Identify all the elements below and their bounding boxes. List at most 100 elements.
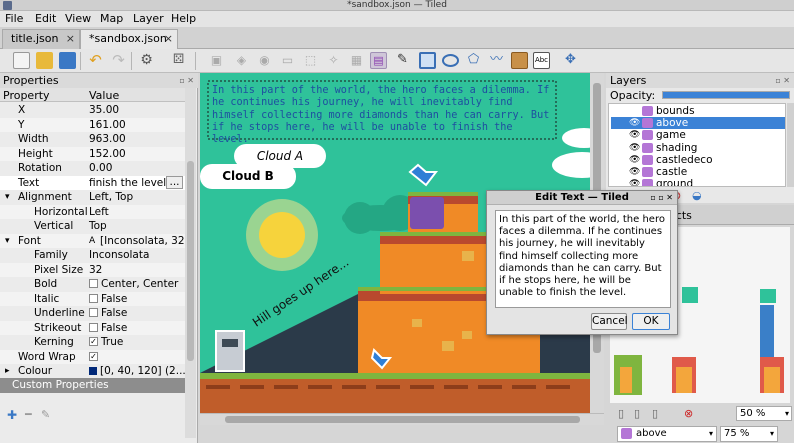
embed-tileset-icon[interactable]: ▯ [634,407,640,420]
layer-item[interactable]: 👁 castledeco [611,154,785,166]
layer-item[interactable]: 👁 castle [611,166,785,178]
rect-select-icon[interactable]: ⬚ [302,52,319,69]
property-row[interactable]: X 35.00 [0,103,185,118]
map-horizontal-scroll-thumb[interactable] [225,416,580,423]
property-row[interactable]: ▸ Colour [0, 40, 120] (2... [0,364,186,379]
insert-text-icon[interactable]: Abc [533,52,550,69]
layer-properties-icon[interactable]: ◒ [692,189,702,202]
visibility-eye-icon[interactable]: 👁 [629,178,640,186]
property-row[interactable]: Y 161.00 [0,117,185,132]
close-icon[interactable]: × [164,32,173,45]
rename-property-icon[interactable]: ✎ [41,408,50,421]
visibility-eye-icon[interactable]: 👁 [629,142,640,154]
visibility-eye-icon[interactable]: 👁 [629,117,640,129]
chevron-down-icon[interactable]: ▾ [5,234,10,248]
menu-map[interactable]: Map [100,12,123,25]
save-icon[interactable] [59,52,76,69]
insert-ellipse-icon[interactable] [442,54,459,67]
layer-item[interactable]: 👁 above [611,117,785,130]
current-layer-select[interactable]: above ▾ [617,426,717,442]
property-row[interactable]: Rotation 0.00 [0,161,185,176]
ok-button[interactable]: OK [632,313,670,330]
property-row[interactable]: Vertical Top [0,219,185,234]
remove-tileset-icon[interactable]: ⊗ [684,407,693,420]
column-value[interactable]: Value [89,89,119,102]
chevron-down-icon[interactable]: ▾ [5,190,10,204]
insert-rectangle-icon[interactable] [419,52,436,69]
magic-wand-icon[interactable]: ✧ [325,52,342,69]
property-checkbox[interactable]: ✓ [89,351,98,361]
layer-list-scrollbar[interactable] [787,103,794,187]
property-row[interactable]: Width 963.00 [0,132,185,147]
cancel-button[interactable]: Cancel [591,313,628,330]
visibility-eye-icon[interactable]: 👁 [629,154,640,166]
eraser-icon[interactable]: ▭ [279,52,296,69]
menu-file[interactable]: File [5,12,23,25]
tileset-zoom-select[interactable]: 50 % ▾ [736,406,792,421]
property-row[interactable]: Pixel Size 32 [0,262,185,277]
open-folder-icon[interactable] [36,52,53,69]
new-tileset-icon[interactable]: ▯ [618,407,624,420]
opacity-slider[interactable] [662,91,790,99]
property-row[interactable]: Text finish the level.... [0,175,185,190]
property-row[interactable]: Word Wrap ✓ [0,349,185,364]
random-mode-icon[interactable]: ⚄ [170,52,187,69]
property-checkbox[interactable] [89,279,98,288]
insert-polyline-icon[interactable]: 〰 [488,52,505,69]
property-row[interactable]: Bold Center, Center [0,277,185,292]
property-value[interactable]: finish the level. [89,176,170,190]
bucket-fill-icon[interactable]: ◉ [256,52,273,69]
visibility-eye-icon[interactable]: 👁 [629,166,640,178]
menu-edit[interactable]: Edit [35,12,56,25]
select-objects-icon[interactable]: ▤ [370,52,387,69]
layer-item[interactable]: 👁 game [611,129,785,141]
property-row[interactable]: Height 152.00 [0,146,185,161]
tab-title-json[interactable]: title.json × [2,29,80,49]
edit-text-button[interactable]: ... [166,175,183,189]
properties-scroll-thumb[interactable] [187,161,194,361]
terrain-brush-icon[interactable]: ◈ [233,52,250,69]
stamp-brush-icon[interactable]: ▣ [208,52,225,69]
text-object-selected[interactable]: In this part of the world, the hero face… [212,85,552,146]
layer-item[interactable]: 👁 ground [611,178,785,186]
chevron-right-icon[interactable]: ▸ [5,364,10,378]
panel-float-close-icon[interactable]: ▫ ✕ [179,73,194,88]
remove-property-icon[interactable]: ━ [25,408,32,421]
property-row[interactable]: Kerning ✓ True [0,335,185,350]
menu-layer[interactable]: Layer [133,12,164,25]
property-row[interactable]: Family Inconsolata [0,248,185,263]
property-checkbox[interactable] [89,293,98,303]
edit-polygons-icon[interactable]: ✎ [394,52,411,69]
layer-item[interactable]: 👁 shading [611,142,785,154]
visibility-eye-icon[interactable]: 👁 [629,129,640,141]
property-row[interactable]: ▾ Font A [Inconsolata, 32] [0,233,189,248]
add-property-icon[interactable]: ✚ [7,408,17,422]
insert-tile-icon[interactable] [511,52,528,69]
insert-polygon-icon[interactable]: ⬠ [465,52,482,69]
property-row[interactable]: ▾ Alignment Left, Top [0,190,185,205]
property-row[interactable]: Horizontal Left [0,204,185,219]
new-file-icon[interactable] [13,52,30,69]
menu-help[interactable]: Help [171,12,196,25]
export-tileset-icon[interactable]: ▯ [652,407,658,420]
layer-item[interactable]: 👁bounds [611,105,785,117]
colour-swatch[interactable] [89,367,97,375]
property-checkbox[interactable] [89,308,98,317]
menu-view[interactable]: View [65,12,91,25]
property-row[interactable]: Italic False [0,291,185,306]
map-zoom-select[interactable]: 75 % ▾ [720,426,778,442]
close-icon[interactable]: × [66,32,75,45]
undo-icon[interactable]: ↶ [87,52,104,69]
redo-icon[interactable]: ↷ [110,52,127,69]
tab-sandbox-json[interactable]: *sandbox.json × [80,29,178,49]
column-property[interactable]: Property [3,89,50,102]
panel-float-close-icon[interactable]: ▫ ✕ [775,73,790,88]
select-same-tile-icon[interactable]: ▦ [348,52,365,69]
property-row[interactable]: Strikeout False [0,320,185,335]
property-checkbox[interactable] [89,322,98,332]
dialog-text-area[interactable]: In this part of the world, the hero face… [495,210,671,308]
window-controls-icon[interactable]: ▫ ▫ ✕ [650,191,673,205]
cloud-b-label[interactable]: Cloud B [200,164,296,189]
custom-properties-header[interactable]: Custom Properties [0,378,185,393]
property-checkbox[interactable]: ✓ [89,337,98,346]
